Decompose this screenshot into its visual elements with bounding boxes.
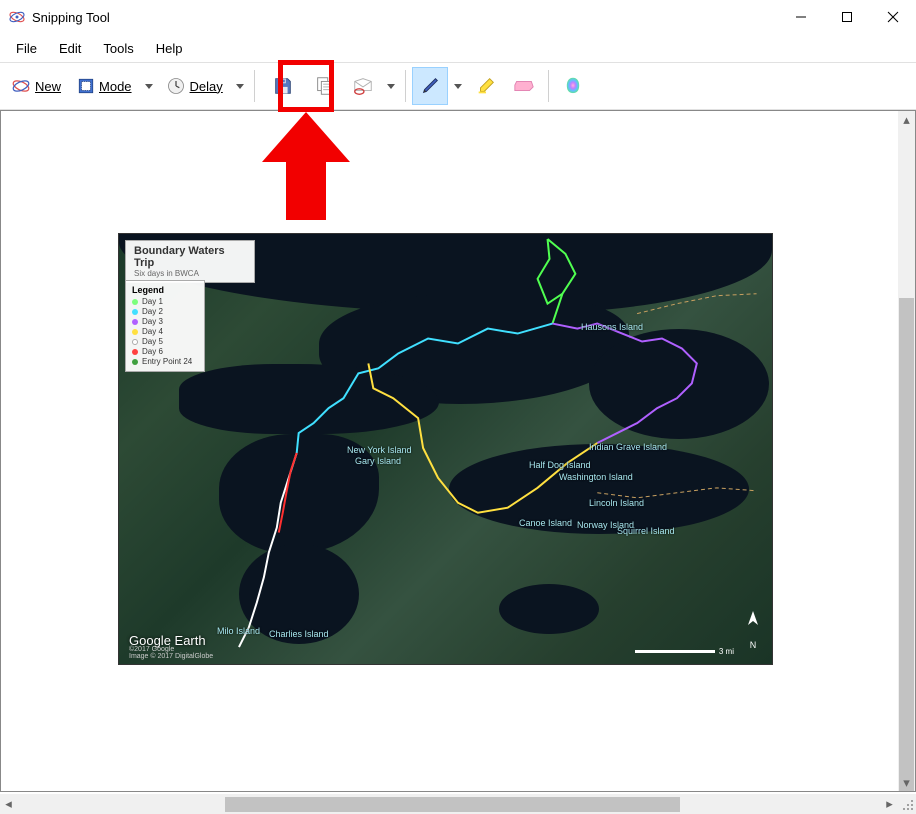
label-gary: Gary Island (355, 456, 401, 466)
window-controls (778, 0, 916, 34)
map-legend: Legend Day 1 Day 2 Day 3 Day 4 Day 5 Day… (125, 280, 205, 372)
eraser-button[interactable] (506, 67, 542, 105)
map-title-box: Boundary Waters Trip Six days in BWCA (125, 240, 255, 283)
eraser-icon (513, 77, 535, 95)
menu-edit[interactable]: Edit (49, 37, 91, 60)
map-subtitle: Six days in BWCA (134, 269, 246, 278)
menu-tools[interactable]: Tools (93, 37, 143, 60)
mode-dropdown[interactable] (141, 67, 157, 105)
save-icon (272, 75, 294, 97)
scale-bar: 3 mi (635, 647, 734, 656)
paint3d-icon (562, 75, 584, 97)
paint3d-button[interactable] (555, 67, 591, 105)
app-icon (8, 8, 26, 26)
map-title: Boundary Waters Trip (134, 245, 246, 269)
scroll-up-button[interactable]: ▴ (898, 111, 915, 128)
delay-label: Delay (190, 79, 223, 94)
menu-help[interactable]: Help (146, 37, 193, 60)
canvas-area: ▴ ▾ B (0, 110, 916, 792)
north-indicator: N (744, 609, 762, 650)
delay-button[interactable]: Delay (159, 67, 230, 105)
new-label: New (35, 79, 61, 94)
pen-dropdown[interactable] (450, 67, 466, 105)
scissors-icon (11, 76, 31, 96)
scroll-right-button[interactable]: ▸ (881, 796, 898, 813)
copy-button[interactable] (307, 67, 343, 105)
minimize-button[interactable] (778, 0, 824, 34)
label-squirrel: Squirrel Island (617, 526, 675, 536)
vscroll-thumb[interactable] (899, 298, 914, 792)
highlighter-icon (475, 75, 497, 97)
titlebar: Snipping Tool (0, 0, 916, 34)
email-dropdown[interactable] (383, 67, 399, 105)
pen-icon (419, 75, 441, 97)
label-indian: Indian Grave Island (589, 442, 667, 452)
email-icon (352, 75, 374, 97)
label-hausons: Hausons Island (581, 322, 643, 332)
vertical-scrollbar[interactable]: ▴ ▾ (898, 111, 915, 791)
legend-title: Legend (132, 285, 198, 295)
toolbar: New Mode Delay (0, 62, 916, 110)
email-button[interactable] (345, 67, 381, 105)
horizontal-scrollbar[interactable]: ◂ ▸ (0, 794, 916, 814)
clock-icon (166, 76, 186, 96)
pen-button[interactable] (412, 67, 448, 105)
map-copyright: ©2017 Google Image © 2017 DigitalGlobe (129, 646, 213, 660)
close-button[interactable] (870, 0, 916, 34)
label-newyork: New York Island (347, 445, 412, 455)
window-title: Snipping Tool (32, 10, 778, 25)
label-halfdog: Half Dog Island (529, 460, 591, 470)
mode-icon (77, 77, 95, 95)
scroll-left-button[interactable]: ◂ (0, 796, 17, 813)
mode-button[interactable]: Mode (70, 67, 139, 105)
label-charlies: Charlies Island (269, 629, 329, 639)
label-lincoln: Lincoln Island (589, 498, 644, 508)
map-screenshot: Boundary Waters Trip Six days in BWCA Le… (118, 233, 773, 665)
copy-icon (314, 75, 336, 97)
hscroll-thumb[interactable] (225, 797, 680, 812)
menubar: File Edit Tools Help (0, 34, 916, 62)
highlighter-button[interactable] (468, 67, 504, 105)
label-canoe: Canoe Island (519, 518, 572, 528)
scroll-down-button[interactable]: ▾ (898, 774, 915, 791)
label-washington: Washington Island (559, 472, 633, 482)
mode-label: Mode (99, 79, 132, 94)
resize-grip[interactable] (898, 795, 916, 813)
menu-file[interactable]: File (6, 37, 47, 60)
delay-dropdown[interactable] (232, 67, 248, 105)
label-milo: Milo Island (217, 626, 260, 636)
maximize-button[interactable] (824, 0, 870, 34)
new-button[interactable]: New (4, 67, 68, 105)
save-button[interactable] (261, 67, 305, 105)
